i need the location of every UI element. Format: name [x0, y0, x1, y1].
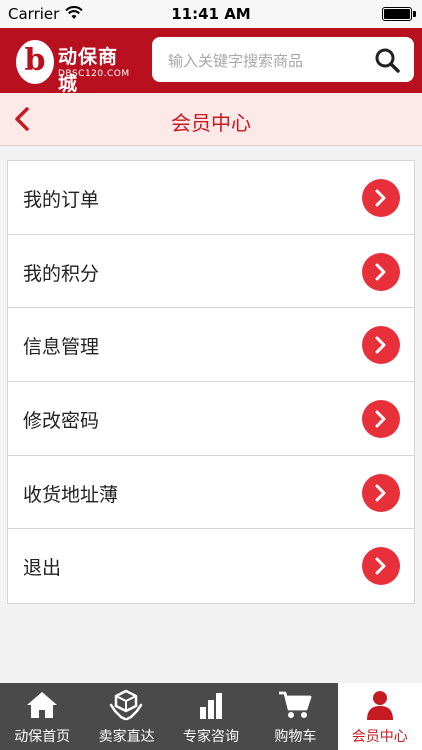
menu-item-orders[interactable]: 我的订单	[8, 161, 414, 235]
tab-label: 卖家直达	[98, 729, 155, 745]
member-menu-list: 我的订单 我的积分 信息管理 修改密码 收货地址薄 退出	[7, 160, 415, 605]
menu-item-label: 收货地址薄	[23, 483, 119, 506]
home-icon	[27, 692, 57, 718]
app-header: b 动保商城 DBSC120.COM 输入关键字搜索商品	[0, 28, 422, 95]
tab-label: 会员中心	[351, 729, 408, 745]
logo[interactable]: b 动保商城 DBSC120.COM	[12, 38, 137, 95]
menu-item-label: 我的积分	[23, 262, 100, 285]
chevron-right-icon[interactable]	[362, 179, 400, 217]
menu-item-label: 信息管理	[23, 336, 100, 359]
tab-label: 动保首页	[14, 729, 71, 745]
tab-member-center[interactable]: 会员中心	[337, 683, 422, 750]
menu-item-logout[interactable]: 退出	[8, 529, 414, 603]
menu-item-address-book[interactable]: 收货地址薄	[8, 456, 414, 530]
user-icon	[366, 691, 393, 720]
tab-label: 专家咨询	[182, 729, 239, 745]
search-input[interactable]: 输入关键字搜索商品	[152, 37, 414, 82]
tab-expert[interactable]: 专家咨询	[169, 683, 253, 750]
tab-seller[interactable]: 卖家直达	[84, 683, 168, 750]
search-icon[interactable]	[374, 47, 400, 73]
menu-item-label: 修改密码	[23, 410, 100, 433]
status-bar: Carrier 11:41 AM	[0, 0, 422, 28]
page-header: 会员中心	[0, 93, 422, 146]
cart-icon	[279, 691, 312, 718]
menu-item-info-management[interactable]: 信息管理	[8, 308, 414, 383]
battery-icon	[382, 7, 416, 21]
tab-label: 购物车	[274, 729, 317, 745]
chevron-right-icon[interactable]	[362, 473, 400, 512]
logo-mark: b	[16, 40, 54, 84]
chevron-right-icon[interactable]	[362, 400, 400, 439]
chevron-right-icon[interactable]	[362, 547, 400, 586]
chevron-right-icon[interactable]	[362, 252, 400, 291]
bar-chart-icon	[199, 693, 222, 719]
status-time: 11:41 AM	[171, 5, 251, 23]
page-title: 会员中心	[171, 111, 251, 135]
tab-cart[interactable]: 购物车	[253, 683, 337, 750]
menu-item-change-password[interactable]: 修改密码	[8, 382, 414, 456]
search-placeholder: 输入关键字搜索商品	[168, 52, 304, 70]
bottom-tab-bar: 动保首页 卖家直达 专家咨询 购物车 会员中心	[0, 683, 422, 750]
menu-item-label: 退出	[23, 557, 62, 580]
tab-home[interactable]: 动保首页	[0, 683, 84, 750]
logo-domain-text: DBSC120.COM	[58, 69, 130, 79]
seller-icon	[110, 689, 143, 721]
chevron-right-icon[interactable]	[362, 326, 400, 365]
menu-item-label: 我的订单	[23, 189, 100, 211]
menu-item-points[interactable]: 我的积分	[8, 235, 414, 309]
